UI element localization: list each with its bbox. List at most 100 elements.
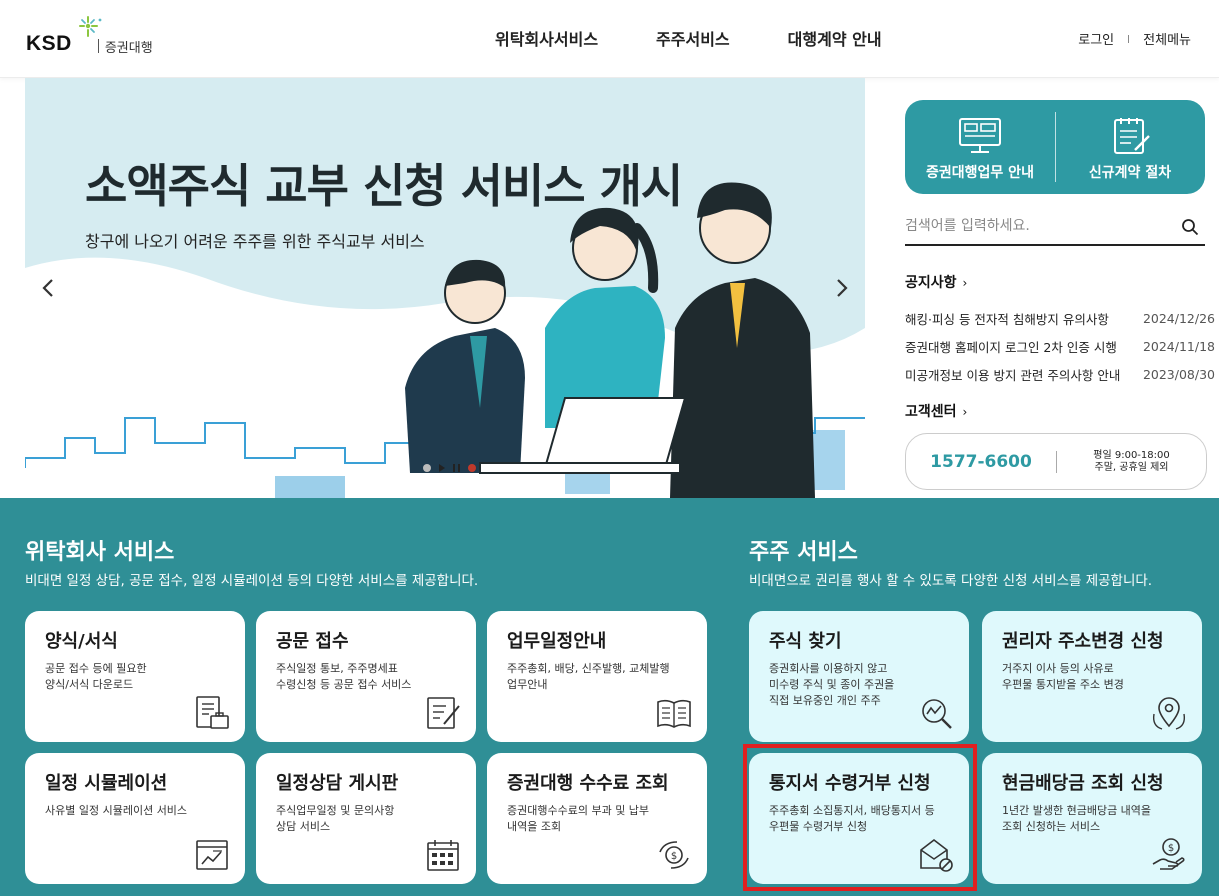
card-title: 일정 시뮬레이션: [45, 773, 168, 794]
shareholder-services-desc: 비대면으로 권리를 행사 할 수 있도록 다양한 신청 서비스를 제공합니다.: [749, 573, 1153, 589]
search-bar: [905, 206, 1205, 246]
quick-link-new-contract[interactable]: 신규계약 절차: [1055, 100, 1205, 194]
utility-menu: 로그인 전체메뉴: [1078, 29, 1191, 48]
customer-phone[interactable]: 1577-6600: [906, 452, 1056, 472]
card-title: 일정상담 게시판: [276, 773, 399, 794]
card-desc: 증권회사를 이용하지 않고 미수령 주식 및 종이 주권을 직접 보유중인 개인…: [769, 662, 895, 707]
trust-services-desc: 비대면 일정 상담, 공문 접수, 일정 시뮬레이션 등의 다양한 서비스를 제…: [25, 573, 479, 589]
card-desc: 거주지 이사 등의 사유로 우편물 통지받을 주소 변경: [1002, 662, 1124, 691]
slide-controls: [423, 464, 476, 472]
chevron-right-icon: ›: [962, 405, 968, 419]
quick-link-label: 증권대행업무 안내: [926, 165, 1034, 181]
card-find-stock[interactable]: 주식 찾기 증권회사를 이용하지 않고 미수령 주식 및 종이 주권을 직접 보…: [749, 611, 969, 742]
card-title: 현금배당금 조회 신청: [1002, 773, 1164, 794]
pause-icon[interactable]: [453, 464, 460, 472]
quick-link-label: 신규계약 절차: [1088, 165, 1172, 181]
chart-window-icon: [196, 840, 228, 870]
svg-text:$: $: [671, 851, 677, 862]
logo-text: KSD: [26, 32, 72, 55]
chart-magnifier-icon: [922, 699, 952, 729]
banner-subtitle: 창구에 나오기 어려운 주주를 위한 주식교부 서비스: [85, 232, 425, 251]
card-desc: 주주총회 소집통지서, 배당통지서 등 우편물 수령거부 신청: [769, 804, 935, 833]
customer-center-title-text: 고객센터: [905, 404, 957, 420]
card-title: 증권대행 수수료 조회: [507, 773, 669, 794]
card-title: 통지서 수령거부 신청: [769, 773, 931, 794]
ksd-logo[interactable]: KSD 증권대행: [26, 16, 153, 60]
notice-title-text: 공지사항: [905, 275, 957, 291]
card-schedule-guide[interactable]: 업무일정안내 주주총회, 배당, 신주발행, 교체발행 업무안내: [487, 611, 707, 742]
chevron-right-icon: ›: [962, 276, 968, 290]
customer-center-box: 1577-6600 평일 9:00-18:00 주말, 공휴일 제외: [905, 433, 1207, 490]
customer-hours-weekend: 주말, 공휴일 제외: [1094, 461, 1169, 473]
card-title: 업무일정안내: [507, 631, 607, 652]
nav-contract-guide[interactable]: 대행계약 안내: [788, 26, 882, 50]
card-forms[interactable]: 양식/서식 공문 접수 등에 필요한 양식/서식 다운로드: [25, 611, 245, 742]
card-notice-refusal[interactable]: 통지서 수령거부 신청 주주총회 소집통지서, 배당통지서 등 우편물 수령거부…: [749, 753, 969, 884]
notice-text: 증권대행 홈페이지 로그인 2차 인증 시행: [905, 339, 1117, 355]
location-pin-icon: [1152, 697, 1186, 730]
slide-indicator-2[interactable]: [468, 464, 476, 472]
all-menu-link[interactable]: 전체메뉴: [1143, 29, 1191, 48]
clipboard-icon: [1114, 118, 1150, 154]
logo-subtitle: 증권대행: [104, 40, 153, 56]
quick-links: 증권대행업무 안내 신규계약 절차: [905, 100, 1205, 194]
card-schedule-simulation[interactable]: 일정 시뮬레이션 사유별 일정 시뮬레이션 서비스: [25, 753, 245, 884]
svg-text:$: $: [1168, 843, 1174, 854]
nav-shareholder-services[interactable]: 주주서비스: [656, 26, 730, 50]
document-pen-icon: [427, 697, 460, 729]
open-book-icon: [657, 699, 691, 728]
next-slide-arrow-icon[interactable]: [829, 276, 853, 300]
notice-text: 미공개정보 이용 방지 관련 주의사항 안내: [905, 367, 1121, 383]
quick-link-business-guide[interactable]: 증권대행업무 안내: [905, 100, 1055, 194]
notice-date: 2024/11/18: [1142, 338, 1215, 354]
search-icon[interactable]: [1181, 218, 1199, 236]
search-input[interactable]: [905, 212, 1167, 240]
site-header: KSD 증권대행 위탁회사서비스 주주서비스 대행계약 안내 로그인 전체메뉴: [0, 0, 1219, 78]
card-title: 공문 접수: [276, 631, 349, 652]
logo-divider: [97, 39, 99, 53]
notice-date: 2024/12/26: [1142, 310, 1215, 326]
play-icon[interactable]: [439, 464, 445, 472]
login-link[interactable]: 로그인: [1078, 29, 1114, 48]
card-desc: 주주총회, 배당, 신주발행, 교체발행 업무안내: [507, 662, 670, 691]
card-desc: 주식일정 통보, 주주명세표 수령신청 등 공문 접수 서비스: [276, 662, 412, 691]
form-briefcase-icon: [196, 696, 229, 729]
notice-date: 2023/08/30: [1142, 366, 1215, 382]
card-title: 주식 찾기: [769, 631, 842, 652]
card-desc: 주식업무일정 및 문의사항 상담 서비스: [276, 804, 395, 833]
card-schedule-board[interactable]: 일정상담 게시판 주식업무일정 및 문의사항 상담 서비스: [256, 753, 476, 884]
slide-indicator-1[interactable]: [423, 464, 431, 472]
notice-item[interactable]: 해킹·피싱 등 전자적 침해방지 유의사항 2024/12/26: [905, 304, 1215, 332]
card-desc: 1년간 발생한 현금배당금 내역을 조회 신청하는 서비스: [1002, 804, 1152, 833]
notice-list: 해킹·피싱 등 전자적 침해방지 유의사항 2024/12/26 증권대행 홈페…: [905, 304, 1215, 388]
banner-illustration: [25, 78, 865, 498]
nav-trust-services[interactable]: 위탁회사서비스: [495, 26, 598, 50]
main-nav: 위탁회사서비스 주주서비스 대행계약 안내: [495, 26, 940, 50]
customer-center-title[interactable]: 고객센터 ›: [905, 401, 967, 421]
card-address-change[interactable]: 권리자 주소변경 신청 거주지 이사 등의 사유로 우편물 통지받을 주소 변경: [982, 611, 1202, 742]
notice-item[interactable]: 증권대행 홈페이지 로그인 2차 인증 시행 2024/11/18: [905, 332, 1215, 360]
banner-title: 소액주식 교부 신청 서비스 개시: [85, 159, 683, 213]
card-desc: 사유별 일정 시뮬레이션 서비스: [45, 804, 188, 817]
logo-sparkle-icon: [79, 16, 102, 37]
coin-exchange-icon: $: [659, 841, 689, 869]
trust-services-title: 위탁회사 서비스: [25, 540, 175, 565]
notice-item[interactable]: 미공개정보 이용 방지 관련 주의사항 안내 2023/08/30: [905, 360, 1215, 388]
card-dividend-inquiry[interactable]: 현금배당금 조회 신청 1년간 발생한 현금배당금 내역을 조회 신청하는 서비…: [982, 753, 1202, 884]
customer-hours-weekday: 평일 9:00-18:00: [1093, 449, 1170, 461]
coin-hand-icon: $: [1152, 838, 1185, 870]
card-desc: 공문 접수 등에 필요한 양식/서식 다운로드: [45, 662, 147, 691]
card-fee-inquiry[interactable]: 증권대행 수수료 조회 증권대행수수료의 부과 및 납부 내역을 조회 $: [487, 753, 707, 884]
shareholder-services-title: 주주 서비스: [749, 540, 858, 565]
card-desc: 증권대행수수료의 부과 및 납부 내역을 조회: [507, 804, 650, 833]
card-document-submit[interactable]: 공문 접수 주식일정 통보, 주주명세표 수령신청 등 공문 접수 서비스: [256, 611, 476, 742]
notice-title[interactable]: 공지사항 ›: [905, 272, 967, 292]
monitor-icon: [959, 118, 1001, 153]
calendar-icon: [427, 840, 459, 871]
customer-hours: 평일 9:00-18:00 주말, 공휴일 제외: [1057, 450, 1206, 474]
card-title: 양식/서식: [45, 631, 118, 652]
main-banner[interactable]: 소액주식 교부 신청 서비스 개시 창구에 나오기 어려운 주주를 위한 주식교…: [25, 78, 865, 498]
envelope-block-icon: [920, 838, 953, 872]
card-title: 권리자 주소변경 신청: [1002, 631, 1164, 652]
prev-slide-arrow-icon[interactable]: [37, 276, 61, 300]
